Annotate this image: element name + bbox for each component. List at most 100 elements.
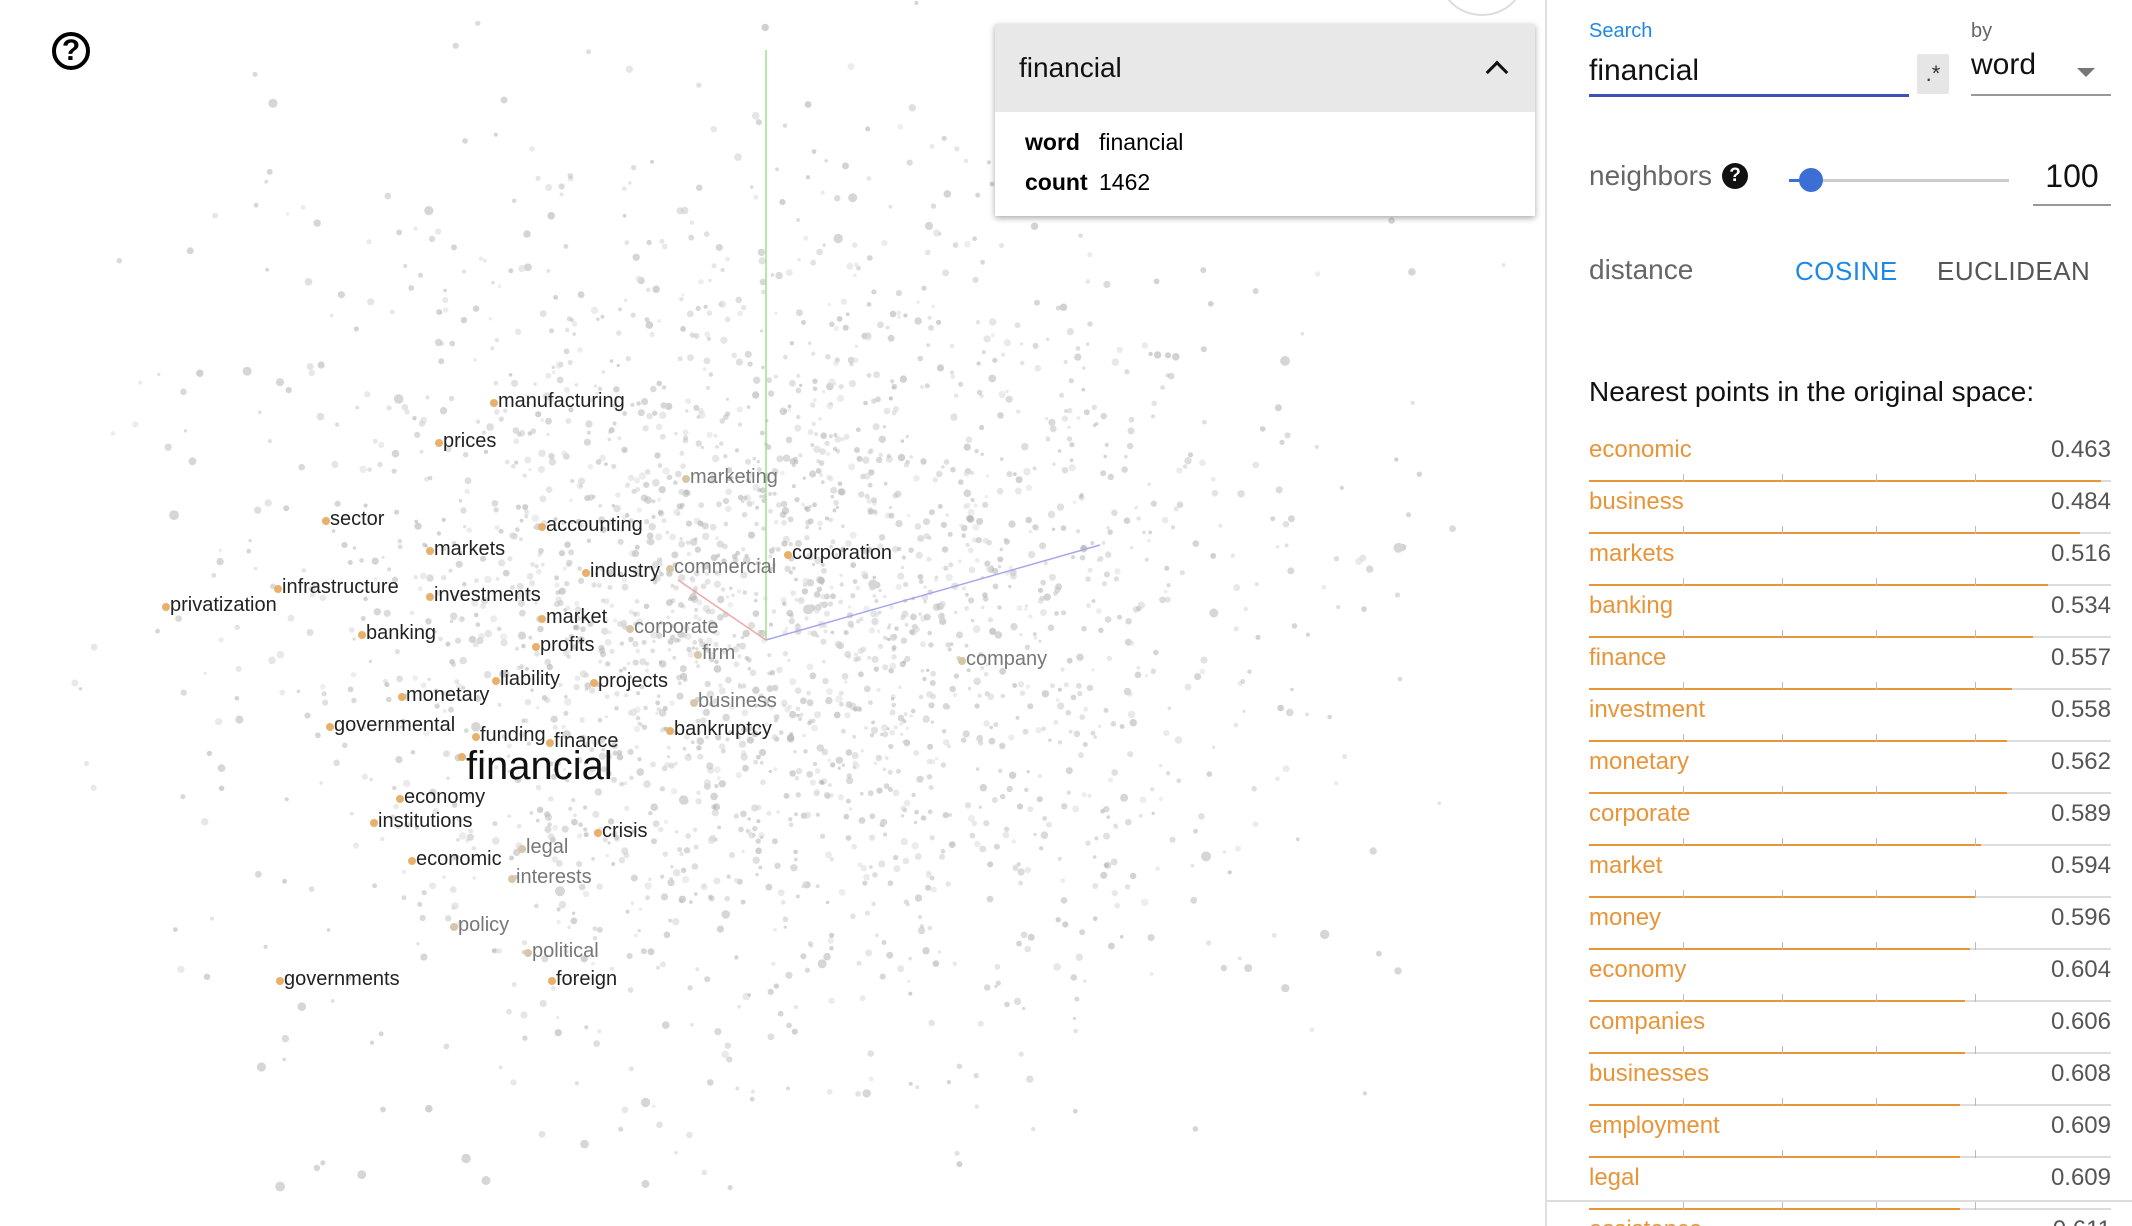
embedding-point[interactable] [703, 231, 710, 237]
embedding-point[interactable] [640, 948, 647, 955]
embedding-point[interactable] [633, 933, 638, 938]
embedding-point[interactable] [563, 348, 570, 355]
embedding-point[interactable] [913, 749, 920, 756]
embedding-point[interactable] [1025, 484, 1033, 491]
embedding-point[interactable] [211, 573, 217, 578]
embedding-point[interactable] [682, 429, 689, 436]
embedding-point[interactable] [641, 1179, 650, 1188]
embedding-point[interactable] [666, 745, 671, 750]
point-label[interactable]: investments [434, 584, 541, 607]
embedding-point[interactable] [436, 531, 442, 536]
embedding-point[interactable] [279, 689, 286, 696]
embedding-point[interactable] [733, 813, 739, 819]
embedding-point[interactable] [713, 877, 721, 885]
embedding-point[interactable] [939, 600, 946, 608]
embedding-point[interactable] [1147, 482, 1151, 486]
embedding-point[interactable] [985, 565, 993, 573]
embedding-point[interactable] [1279, 439, 1285, 445]
embedding-point[interactable] [781, 899, 786, 905]
embedding-point[interactable] [929, 143, 935, 149]
embedding-point[interactable] [928, 785, 934, 791]
embedding-point[interactable] [983, 335, 991, 343]
embedding-point[interactable] [448, 568, 453, 573]
embedding-point[interactable] [652, 410, 658, 416]
embedding-point[interactable] [582, 890, 590, 898]
embedding-point[interactable] [750, 185, 754, 189]
embedding-point[interactable] [849, 531, 857, 539]
embedding-point[interactable] [958, 559, 962, 563]
embedding-point[interactable] [733, 877, 740, 884]
embedding-point[interactable] [686, 1131, 693, 1139]
embedding-point[interactable] [666, 599, 673, 606]
embedding-point[interactable] [697, 520, 703, 526]
embedding-point[interactable] [959, 523, 963, 528]
embedding-point[interactable] [815, 468, 822, 474]
embedding-point[interactable] [905, 434, 910, 439]
euclidean-button[interactable]: EUCLIDEAN [1937, 256, 2090, 287]
embedding-point[interactable] [326, 928, 331, 932]
embedding-point[interactable] [544, 825, 552, 834]
embedding-point[interactable] [577, 566, 582, 571]
embedding-point[interactable] [1200, 267, 1207, 274]
embedding-point[interactable] [881, 724, 888, 732]
embedding-point[interactable] [670, 788, 678, 795]
embedding-point[interactable] [1042, 816, 1047, 821]
embedding-point[interactable] [1003, 538, 1010, 545]
embedding-point[interactable] [1013, 472, 1017, 476]
embedding-point[interactable] [619, 641, 625, 646]
embedding-point[interactable] [917, 573, 924, 580]
embedding-point[interactable] [1255, 634, 1261, 640]
embedding-point[interactable] [822, 659, 826, 664]
embedding-point[interactable] [378, 1031, 384, 1037]
embedding-point[interactable] [558, 900, 567, 909]
embedding-point[interactable] [817, 520, 823, 527]
embedding-point[interactable] [78, 687, 83, 691]
embedding-point[interactable] [634, 706, 641, 713]
embedding-point[interactable] [973, 677, 981, 686]
embedding-point[interactable] [651, 499, 656, 504]
embedding-point[interactable] [1085, 840, 1091, 846]
embedding-point[interactable] [1017, 681, 1025, 688]
embedding-point[interactable] [661, 518, 667, 524]
embedding-point[interactable] [694, 546, 701, 553]
embedding-point[interactable] [989, 725, 993, 730]
point-label[interactable]: governments [284, 968, 400, 991]
embedding-point[interactable] [719, 441, 724, 446]
embedding-point[interactable] [879, 973, 886, 980]
embedding-point[interactable] [1016, 803, 1024, 810]
embedding-point[interactable] [782, 651, 789, 657]
embedding-point[interactable] [787, 408, 792, 412]
embedding-point[interactable] [796, 373, 801, 378]
embedding-point[interactable] [576, 482, 584, 490]
embedding-point[interactable] [913, 474, 920, 482]
embedding-point[interactable] [754, 521, 759, 527]
embedding-point[interactable] [1104, 442, 1109, 447]
embedding-point[interactable] [391, 449, 400, 458]
embedding-point[interactable] [1339, 485, 1344, 490]
embedding-point[interactable] [752, 825, 758, 832]
embedding-point[interactable] [759, 748, 767, 757]
embedding-point[interactable] [737, 654, 742, 659]
embedding-point[interactable] [693, 333, 700, 339]
embedding-point[interactable] [842, 324, 849, 331]
embedding-point[interactable] [1056, 702, 1065, 710]
embedding-point[interactable] [821, 389, 826, 394]
embedding-point[interactable] [851, 752, 859, 760]
embedding-point[interactable] [322, 699, 329, 706]
embedding-point[interactable] [848, 193, 858, 203]
embedding-point[interactable] [779, 407, 788, 416]
embedding-point[interactable] [810, 443, 815, 447]
embedding-point[interactable] [921, 285, 927, 291]
embedding-point[interactable] [438, 636, 443, 642]
embedding-point[interactable] [689, 538, 698, 546]
embedding-point[interactable] [886, 453, 892, 459]
embedding-point[interactable] [284, 797, 289, 802]
embedding-point[interactable] [892, 789, 900, 797]
embedding-point[interactable] [623, 781, 628, 786]
embedding-point[interactable] [740, 810, 747, 818]
embedding-point[interactable] [1233, 626, 1239, 632]
embedding-point[interactable] [1055, 698, 1060, 702]
embedding-point[interactable] [317, 361, 325, 369]
embedding-point[interactable] [661, 243, 668, 250]
embedding-point[interactable] [1275, 776, 1280, 782]
